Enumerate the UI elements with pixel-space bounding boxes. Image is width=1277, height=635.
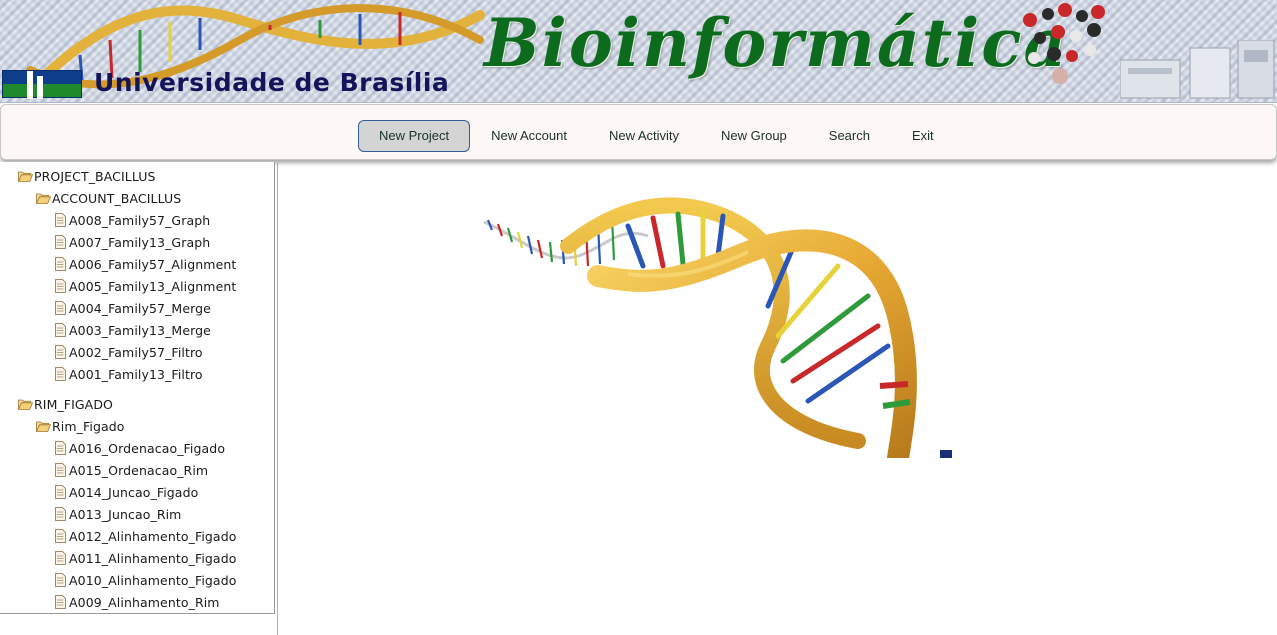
document-icon: [55, 573, 66, 587]
tree-activity-label: A004_Family57_Merge: [69, 300, 211, 316]
tree-activity-label: A010_Alinhamento_Figado: [69, 572, 237, 588]
tree-project[interactable]: PROJECT_BACILLUS: [17, 167, 156, 185]
document-icon: [55, 367, 66, 381]
tree-activity-label: A012_Alinhamento_Figado: [69, 528, 237, 544]
new-group-button[interactable]: New Group: [700, 120, 808, 152]
folder-open-icon: [17, 170, 34, 182]
tree-activity-label: A007_Family13_Graph: [69, 234, 211, 250]
exit-button[interactable]: Exit: [891, 120, 955, 152]
new-project-button[interactable]: New Project: [358, 120, 471, 152]
folder-open-icon: [35, 420, 52, 432]
document-icon: [55, 323, 66, 337]
tree-activity[interactable]: A016_Ordenacao_Figado: [55, 439, 225, 457]
tree-activity[interactable]: A011_Alinhamento_Figado: [55, 549, 236, 567]
tree-account-label: Rim_Figado: [52, 418, 125, 434]
tree-activity[interactable]: A005_Family13_Alignment: [55, 277, 236, 295]
tree-activity[interactable]: A008_Family57_Graph: [55, 211, 210, 229]
panel-divider: [277, 162, 278, 635]
document-icon: [55, 463, 66, 477]
tree-activity-label: A008_Family57_Graph: [69, 212, 211, 228]
project-tree-panel: PROJECT_BACILLUS ACCOUNT_BACILLUS A008_Fam…: [0, 162, 275, 614]
document-icon: [55, 235, 66, 249]
search-button[interactable]: Search: [808, 120, 891, 152]
document-icon: [55, 213, 66, 227]
tree-activity-label: A016_Ordenacao_Figado: [69, 440, 226, 456]
new-account-button[interactable]: New Account: [470, 120, 588, 152]
tree-activity-label: A015_Ordenacao_Rim: [69, 462, 209, 478]
tree-activity[interactable]: A010_Alinhamento_Figado: [55, 571, 236, 589]
tree-activity[interactable]: A003_Family13_Merge: [55, 321, 211, 339]
tree-activity-label: A001_Family13_Filtro: [69, 366, 203, 382]
tree-activity[interactable]: A002_Family57_Filtro: [55, 343, 203, 361]
tree-activity-label: A005_Family13_Alignment: [69, 278, 237, 294]
tree-activity-label: A003_Family13_Merge: [69, 322, 211, 338]
tree-activity[interactable]: A006_Family57_Alignment: [55, 255, 236, 273]
tree-account[interactable]: Rim_Figado: [35, 417, 125, 435]
tree-activity-label: A006_Family57_Alignment: [69, 256, 237, 272]
folder-open-icon: [35, 192, 52, 204]
molecule-model-image: [1023, 3, 1105, 84]
document-icon: [55, 551, 66, 565]
tree-activity[interactable]: A012_Alinhamento_Figado: [55, 527, 236, 545]
tree-project-label: PROJECT_BACILLUS: [34, 168, 156, 184]
site-title: Bioinformática: [484, 4, 1069, 82]
university-name: Universidade de Brasília: [94, 68, 450, 97]
tree-activity[interactable]: A013_Juncao_Rim: [55, 505, 181, 523]
tree-activity-label: A013_Juncao_Rim: [69, 506, 182, 522]
tree-activity[interactable]: A014_Juncao_Figado: [55, 483, 198, 501]
tree-activity-label: A014_Juncao_Figado: [69, 484, 199, 500]
document-icon: [55, 257, 66, 271]
tree-activity-label: A009_Alinhamento_Rim: [69, 594, 220, 610]
lab-equipment-image: [1120, 40, 1275, 99]
document-icon: [55, 345, 66, 359]
document-icon: [55, 595, 66, 609]
unb-logo: [2, 70, 82, 99]
tree-activity-label: A011_Alinhamento_Figado: [69, 550, 237, 566]
main-menu-bar: New Project New Account New Activity New…: [0, 104, 1277, 160]
tree-activity[interactable]: A007_Family13_Graph: [55, 233, 210, 251]
tree-activity[interactable]: A009_Alinhamento_Rim: [55, 593, 220, 611]
tree-project[interactable]: RIM_FIGADO: [17, 395, 113, 413]
document-icon: [55, 279, 66, 293]
dna-double-helix-image: [483, 197, 952, 458]
tree-account-label: ACCOUNT_BACILLUS: [52, 190, 182, 206]
tree-activity[interactable]: A001_Family13_Filtro: [55, 365, 203, 383]
document-icon: [55, 485, 66, 499]
header-banner: Universidade de Brasília Bioinformática: [0, 0, 1277, 103]
tree-project-label: RIM_FIGADO: [34, 396, 113, 412]
tree-activity-label: A002_Family57_Filtro: [69, 344, 203, 360]
tree-activity[interactable]: A015_Ordenacao_Rim: [55, 461, 208, 479]
document-icon: [55, 529, 66, 543]
new-activity-button[interactable]: New Activity: [588, 120, 700, 152]
document-icon: [55, 301, 66, 315]
main-menu: New Project New Account New Activity New…: [358, 120, 955, 152]
tree-account[interactable]: ACCOUNT_BACILLUS: [35, 189, 182, 207]
tree-activity[interactable]: A004_Family57_Merge: [55, 299, 211, 317]
document-icon: [55, 507, 66, 521]
folder-open-icon: [17, 398, 34, 410]
document-icon: [55, 441, 66, 455]
